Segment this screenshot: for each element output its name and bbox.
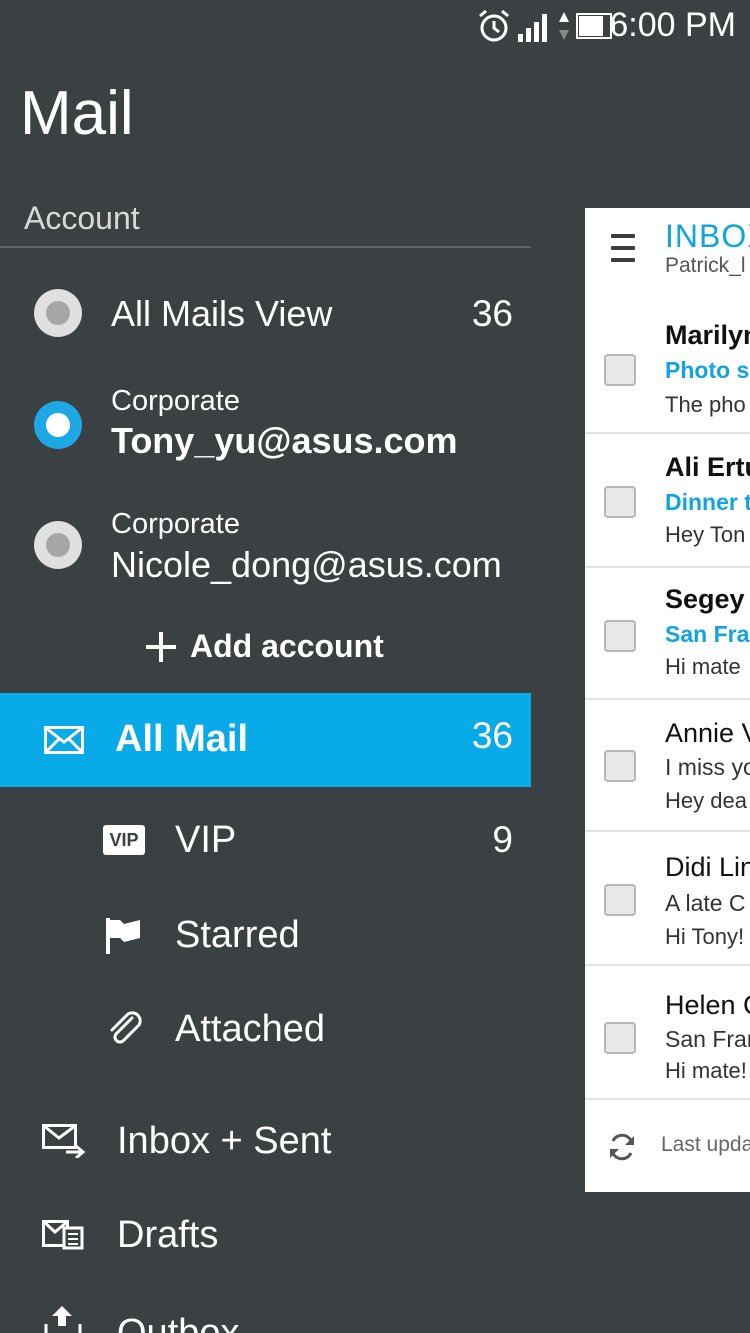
mail-item[interactable]: Marilyn Photo s The pho: [585, 300, 750, 434]
account-type: Corporate: [111, 385, 240, 417]
account-name: All Mails View: [111, 293, 333, 334]
mail-item[interactable]: Ali Ertu Dinner t Hey Ton: [585, 434, 750, 568]
panel-header: INBOX Patrick_l: [585, 208, 750, 294]
nav-label-attached: Attached: [175, 1008, 325, 1050]
app-title: Mail: [20, 79, 134, 148]
nav-item-inbox-sent[interactable]: Inbox + Sent: [0, 1096, 531, 1186]
paperclip-icon: [110, 1011, 142, 1044]
mail-sender: Didi Lin: [665, 852, 750, 882]
add-account-button[interactable]: Add account: [146, 628, 384, 665]
mail-item[interactable]: Segey San Fra Hi mate: [585, 566, 750, 700]
refresh-icon[interactable]: [607, 1132, 637, 1162]
signal-icon: [518, 14, 547, 42]
alarm-icon: [479, 9, 509, 42]
status-icons: [476, 8, 616, 44]
mail-checkbox[interactable]: [604, 486, 636, 518]
drafts-icon: [42, 1220, 84, 1250]
account-all-mails-view[interactable]: All Mails View 36: [0, 262, 531, 366]
mail-preview: Hi Tony!: [665, 924, 745, 949]
account-email: Tony_yu@asus.com: [111, 420, 458, 461]
flag-icon: [106, 918, 140, 954]
nav-label-drafts: Drafts: [117, 1214, 219, 1256]
mail-preview: Hi mate!: [665, 1058, 747, 1083]
account-count: 36: [471, 293, 513, 334]
nav-label-starred: Starred: [175, 914, 300, 956]
mail-subject: San Fran: [665, 1026, 750, 1052]
account-email: Nicole_dong@asus.com: [111, 544, 502, 585]
mail-list-panel[interactable]: INBOX Patrick_l Marilyn Photo s The pho …: [585, 208, 750, 1192]
nav-item-attached[interactable]: Attached: [0, 984, 531, 1074]
last-updated-text: Last upda: [661, 1133, 750, 1156]
mail-sender: Helen C: [665, 990, 750, 1020]
panel-footer: Last upda: [585, 1098, 750, 1192]
panel-subtitle: Patrick_l: [665, 254, 746, 277]
mail-item[interactable]: Didi Lin A late C Hi Tony!: [585, 832, 750, 966]
account-type: Corporate: [111, 508, 240, 540]
vip-badge-icon: VIP: [103, 825, 145, 855]
mail-sender: Ali Ertu: [665, 452, 750, 482]
nav-label-outbox: Outbox: [117, 1312, 240, 1333]
envelope-icon: [44, 726, 84, 754]
mail-sender: Annie V: [665, 718, 750, 748]
section-divider: [0, 246, 531, 248]
nav-label-vip: VIP: [175, 819, 237, 861]
nav-item-vip[interactable]: VIP VIP 9: [0, 796, 531, 886]
radio-button[interactable]: [34, 289, 82, 337]
mail-sender: Segey: [665, 584, 745, 614]
mail-subject: A late C: [665, 890, 746, 916]
mail-subject: Photo s: [665, 357, 750, 383]
mail-subject: San Fra: [665, 621, 750, 647]
mail-item[interactable]: Helen C San Fran Hi mate!: [585, 968, 750, 1102]
vip-count: 9: [492, 819, 513, 860]
mail-subject: I miss yo: [665, 754, 750, 780]
nav-label-all-mail: All Mail: [115, 718, 249, 760]
mail-checkbox[interactable]: [604, 750, 636, 782]
mail-checkbox[interactable]: [604, 620, 636, 652]
mail-subject: Dinner t: [665, 489, 750, 515]
account-nicole[interactable]: Corporate Nicole_dong@asus.com: [0, 504, 531, 604]
mail-preview: The pho: [665, 392, 746, 417]
mail-checkbox[interactable]: [604, 884, 636, 916]
add-account-label: Add account: [190, 628, 384, 664]
radio-button-selected[interactable]: [34, 401, 82, 449]
menu-icon[interactable]: [611, 234, 635, 270]
nav-item-outbox[interactable]: Outbox: [0, 1290, 531, 1333]
mail-preview: Hi mate: [665, 654, 741, 679]
nav-item-all-mail[interactable]: All Mail 36: [0, 693, 531, 787]
status-time: 6:00 PM: [609, 6, 736, 44]
account-section-label: Account: [24, 200, 140, 236]
data-arrows-icon: [559, 12, 569, 40]
nav-item-drafts[interactable]: Drafts: [0, 1190, 531, 1280]
mail-checkbox[interactable]: [604, 1022, 636, 1054]
plus-icon: [146, 631, 176, 662]
mail-sender: Marilyn: [665, 320, 750, 350]
outbox-icon: [44, 1306, 82, 1333]
radio-button[interactable]: [34, 521, 82, 569]
mail-preview: Hey Ton: [665, 522, 746, 547]
account-tony[interactable]: Corporate Tony_yu@asus.com: [0, 380, 531, 480]
nav-label-inbox-sent: Inbox + Sent: [117, 1120, 332, 1162]
all-mail-count: 36: [471, 715, 513, 756]
status-bar: 6:00 PM: [0, 0, 750, 52]
panel-title: INBOX: [665, 218, 750, 254]
mail-preview: Hey dea: [665, 788, 747, 813]
mail-item[interactable]: Annie V I miss yo Hey dea: [585, 698, 750, 832]
nav-item-starred[interactable]: Starred: [0, 890, 531, 980]
mail-checkbox[interactable]: [604, 354, 636, 386]
inbox-sent-icon: [42, 1124, 86, 1158]
